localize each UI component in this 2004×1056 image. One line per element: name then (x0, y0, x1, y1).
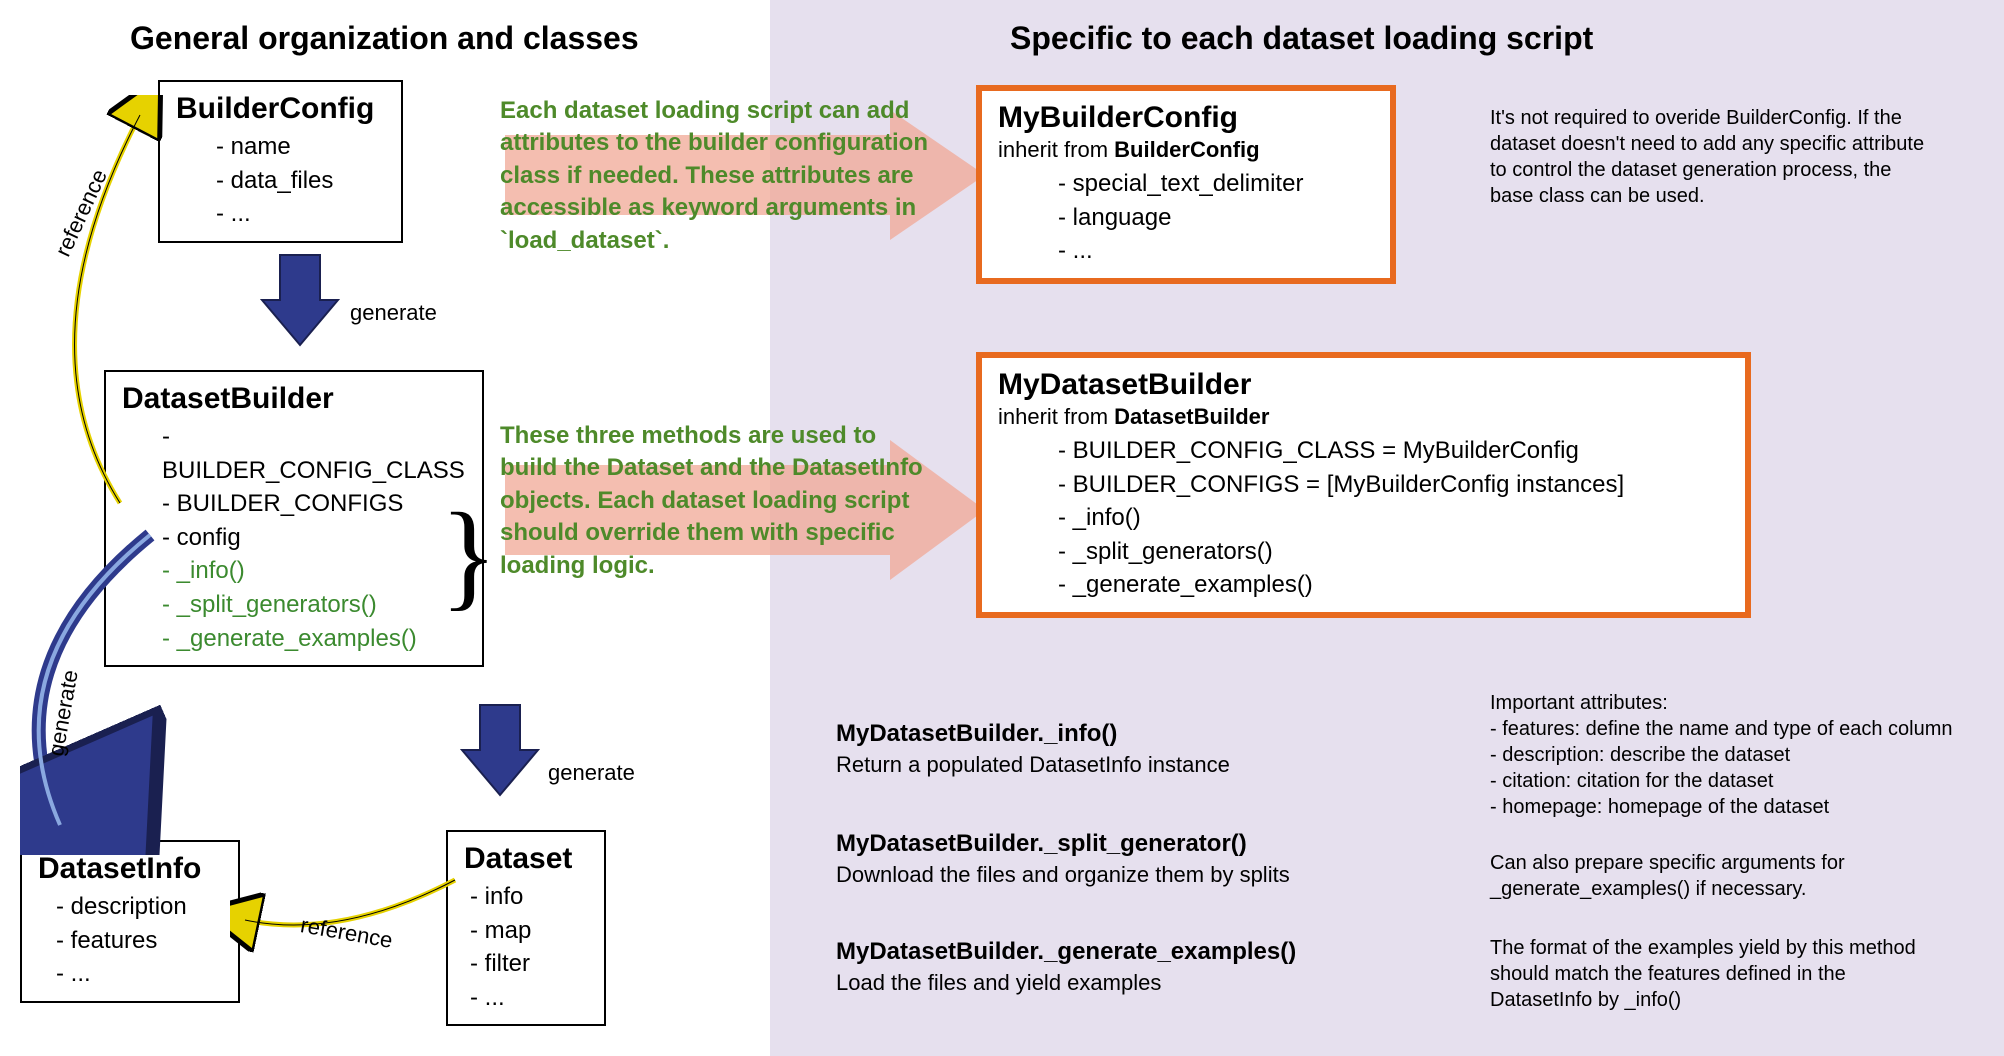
title-mydb: MyDatasetBuilder (998, 368, 1729, 402)
note-split: Can also prepare specific arguments for … (1490, 850, 1940, 902)
method-gen-desc: Load the files and yield examples (836, 970, 1161, 996)
box-my-dataset-builder: MyDatasetBuilder inherit from DatasetBui… (976, 352, 1751, 618)
arrow-down-icon (260, 250, 340, 350)
attr: - ... (216, 197, 385, 231)
method-info-title: MyDatasetBuilder._info() (836, 720, 1117, 748)
attr: - _generate_examples() (1058, 568, 1729, 602)
method-split-desc: Download the files and organize them by … (836, 862, 1290, 888)
inherit-mydb: inherit from DatasetBuilder (998, 404, 1729, 430)
box-dataset: Dataset - info - map - filter - ... (446, 830, 606, 1026)
title-dataset-info: DatasetInfo (38, 852, 222, 886)
method-split-title: MyDatasetBuilder._split_generator() (836, 830, 1247, 858)
attr: - data_files (216, 164, 385, 198)
attr: - description (56, 890, 222, 924)
heading-right: Specific to each dataset loading script (1010, 20, 1593, 57)
attr: - _split_generators() (1058, 535, 1729, 569)
attr-method: - _generate_examples() (162, 622, 466, 656)
title-builder-config: BuilderConfig (176, 92, 385, 126)
attr: - _info() (1058, 501, 1729, 535)
attr: - special_text_delimiter (1058, 167, 1374, 201)
annotation-middle: These three methods are used to build th… (500, 420, 940, 582)
title-dataset: Dataset (464, 842, 588, 876)
heading-left: General organization and classes (130, 20, 639, 57)
arrow-reference-icon (30, 95, 190, 525)
method-info-desc: Return a populated DatasetInfo instance (836, 752, 1230, 778)
label-generate-2: generate (548, 760, 635, 786)
attr: - ... (470, 981, 588, 1015)
note-gen: The format of the examples yield by this… (1490, 935, 1940, 1013)
attr: - filter (470, 947, 588, 981)
attr: - map (470, 914, 588, 948)
attr: - features (56, 924, 222, 958)
label-generate-1: generate (350, 300, 437, 326)
brace-icon: } (440, 495, 498, 615)
attr: - BUILDER_CONFIGS = [MyBuilderConfig ins… (1058, 468, 1729, 502)
attr-method: - _info() (162, 554, 466, 588)
arrow-generate-icon (20, 525, 200, 855)
attr-method: - _split_generators() (162, 588, 466, 622)
note-info: Important attributes: - features: define… (1490, 690, 1970, 820)
attr: - info (470, 880, 588, 914)
attr: - config (162, 521, 466, 555)
annotation-top: Each dataset loading script can add attr… (500, 95, 940, 257)
arrow-down-icon (460, 700, 540, 800)
box-dataset-info: DatasetInfo - description - features - .… (20, 840, 240, 1003)
inherit-mybc: inherit from BuilderConfig (998, 137, 1374, 163)
box-my-builder-config: MyBuilderConfig inherit from BuilderConf… (976, 85, 1396, 284)
attr: - BUILDER_CONFIG_CLASS (162, 420, 466, 487)
attr: - ... (56, 957, 222, 991)
method-gen-title: MyDatasetBuilder._generate_examples() (836, 938, 1296, 966)
note-config: It's not required to overide BuilderConf… (1490, 105, 1930, 209)
attr: - BUILDER_CONFIGS (162, 487, 466, 521)
attr: - BUILDER_CONFIG_CLASS = MyBuilderConfig (1058, 434, 1729, 468)
box-builder-config: BuilderConfig - name - data_files - ... (158, 80, 403, 243)
attr: - ... (1058, 234, 1374, 268)
attr: - name (216, 130, 385, 164)
attr: - language (1058, 201, 1374, 235)
title-mybc: MyBuilderConfig (998, 101, 1374, 135)
